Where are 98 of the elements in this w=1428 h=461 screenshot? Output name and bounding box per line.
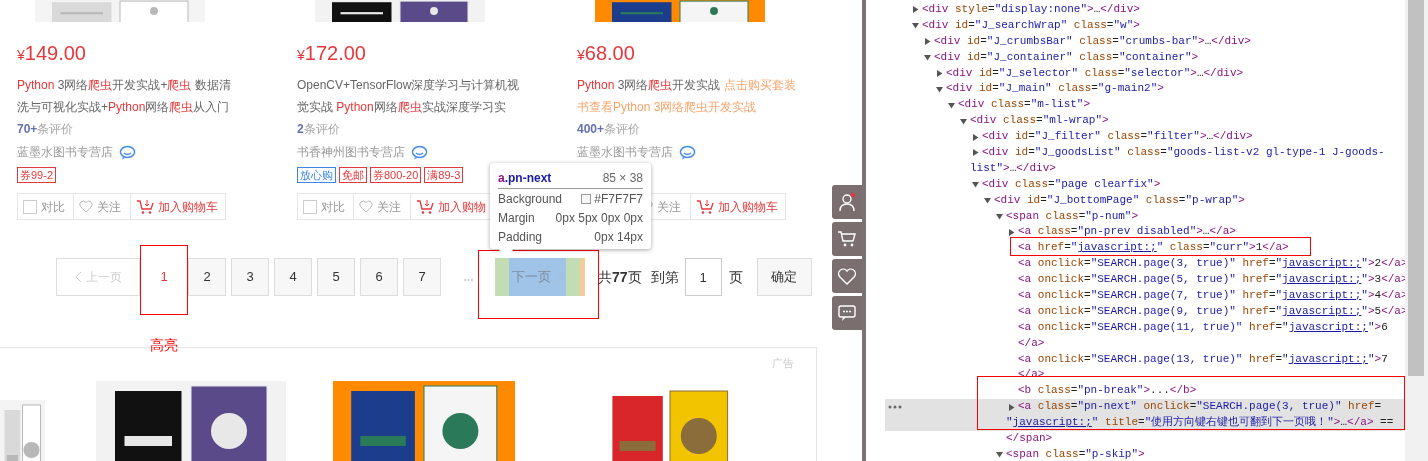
page-input[interactable]: 1 xyxy=(684,258,722,296)
tree-row[interactable]: <div id="J_goodsList" class="goods-list-v2 gl-type-1 J-goods- list">…</div> xyxy=(885,145,1405,177)
user-button[interactable] xyxy=(832,185,862,219)
tree-row[interactable]: <a class="pn-prev disabled">…</a> xyxy=(885,224,1405,241)
heart-icon xyxy=(837,266,857,286)
code-line: <div id="J_crumbsBar" class="crumbs-bar">…</div> xyxy=(934,33,1251,49)
price: ¥68.00 xyxy=(577,41,636,64)
review-count[interactable]: 2条评价 xyxy=(297,118,577,140)
chat-button[interactable] xyxy=(832,296,862,330)
code-line: <div class="m-list"> xyxy=(958,97,1091,113)
tree-row[interactable]: <a onclick="SEARCH.page(11, true)" href="javascript:;">6 </a> xyxy=(885,319,1405,352)
heart-icon xyxy=(79,200,93,213)
tag: 券800-20 xyxy=(370,167,422,183)
page-suffix: 页 xyxy=(728,267,743,287)
code-line: <div class="page clearfix"> xyxy=(982,176,1161,192)
property-label: Background xyxy=(498,190,563,208)
code-line: <div id="J_selector" class="selector">…</div> xyxy=(946,65,1244,81)
tag: 券99-2 xyxy=(17,167,57,183)
code-line: <a class="pn-next" onclick="SEARCH.page(3, true)" href= xyxy=(1018,399,1383,415)
property-label: Padding xyxy=(498,228,543,246)
code-line: <b class="pn-break">...</b> xyxy=(1018,383,1197,399)
cart-icon xyxy=(136,198,154,215)
product-title[interactable]: Python 3网络爬虫开发实战+爬虫 数据清洗与可视化实战+Python网络爬虫从入门 xyxy=(17,74,240,118)
tree-row[interactable]: <div id="J_searchWrap" class="w"> xyxy=(885,17,1405,34)
property-label: Margin xyxy=(498,209,535,227)
more-icon xyxy=(888,405,902,410)
cart-icon xyxy=(416,198,434,215)
chat-bubble-icon xyxy=(679,144,696,160)
code-line: </a> xyxy=(1018,335,1046,351)
page-button[interactable]: 2 xyxy=(188,258,226,296)
tree-row[interactable]: <a href="javascript:;" class="curr">1</a> xyxy=(885,240,1405,257)
tree-row[interactable]: <div id="J_crumbsBar" class="crumbs-bar">…</div> xyxy=(885,33,1405,50)
heart-icon xyxy=(359,200,373,213)
tag: 满89-3 xyxy=(424,167,464,183)
code-line: <a href="javascript:;" class="curr">1</a> xyxy=(1018,240,1289,256)
tree-row[interactable]: <a class="pn-next" onclick="SEARCH.page(3, true)" href= "javascript:;" title="使用方向键右键也可翻到下一页哦！">…</a> == xyxy=(885,399,1405,432)
annotation-label: 高亮 xyxy=(150,336,178,355)
tree-row[interactable]: <div style="display:none">…</div> xyxy=(885,2,1405,18)
product-title[interactable]: Python 3网络爬虫开发实战 点击购买套装书查看Python 3网络爬虫开发实战 xyxy=(577,74,800,118)
page-button[interactable]: 3 xyxy=(231,258,269,296)
cart-icon xyxy=(696,198,714,215)
code-line: <div id="J_main" class="g-main2"> xyxy=(946,81,1164,97)
code-line: </span> xyxy=(1006,431,1053,447)
code-line: <span class="p-skip"> xyxy=(1006,446,1145,461)
page-button[interactable]: 7 xyxy=(403,258,441,296)
chat-bubble-icon xyxy=(837,303,857,323)
cart-button[interactable] xyxy=(832,222,862,256)
review-count[interactable]: 70+条评价 xyxy=(17,118,297,140)
cart-icon xyxy=(837,229,857,249)
chat-bubble-icon xyxy=(119,144,136,160)
tag: 放心购 xyxy=(297,167,336,183)
price: ¥172.00 xyxy=(297,41,367,64)
tree-row[interactable]: <span class="p-skip"> xyxy=(885,446,1405,461)
tree-row[interactable]: <div id="J_selector" class="selector">…</div> xyxy=(885,65,1405,82)
page-button[interactable]: 4 xyxy=(274,258,312,296)
confirm-button[interactable]: 确定 xyxy=(756,258,812,296)
tree-row[interactable]: <div class="page clearfix"> xyxy=(885,176,1405,193)
scrollbar[interactable] xyxy=(1405,0,1428,461)
price: ¥149.00 xyxy=(17,41,87,64)
tree-row[interactable]: <div class="m-list"> xyxy=(885,97,1405,114)
code-line: "javascript:;" title="使用方向键右键也可翻到下一页哦！">…</a> == xyxy=(1006,415,1394,431)
tag: 免邮 xyxy=(339,167,367,183)
code-line: <span class="p-num"> xyxy=(1006,208,1139,224)
add-to-cart-button[interactable]: 加入购物车 xyxy=(131,194,225,219)
property-value: 0px 14px xyxy=(594,228,643,246)
element-selector: a.pn-next xyxy=(498,169,552,187)
element-size: 85 × 38 xyxy=(602,169,643,187)
tree-row[interactable]: <div class="ml-wrap"> xyxy=(885,113,1405,130)
add-to-cart-button[interactable]: 加入购物车 xyxy=(691,194,785,219)
page-total: 共77页 xyxy=(598,267,642,287)
tree-row[interactable]: <div id="J_container" class="container"> xyxy=(885,49,1405,66)
tree-row[interactable]: <div id="J_main" class="g-main2"> xyxy=(885,81,1405,98)
code-line: <a class="pn-prev disabled">…</a> xyxy=(1018,224,1236,240)
favorites-button[interactable] xyxy=(832,259,862,293)
tree-row[interactable]: <div id="J_filter" class="filter">…</div> xyxy=(885,129,1405,145)
tree-row[interactable]: <span class="p-num"> xyxy=(885,208,1405,225)
page-ellipsis: ... xyxy=(462,269,475,286)
code-line: list">…</div> xyxy=(970,160,1057,176)
code-line: <a onclick="SEARCH.page(11, true)" href="javascript:;">6 xyxy=(1018,319,1388,335)
code-line: <div id="J_bottomPage" class="p-wrap"> xyxy=(994,192,1245,208)
page-button[interactable]: 5 xyxy=(317,258,355,296)
tree-row[interactable]: <div id="J_bottomPage" class="p-wrap"> xyxy=(885,192,1405,209)
chevron-right-icon xyxy=(556,271,563,283)
code-line: <div id="J_filter" class="filter">…</div> xyxy=(982,129,1253,145)
chat-bubble-icon xyxy=(411,144,428,160)
goto-label: 到第 xyxy=(650,267,679,287)
code-line: <div style="display:none">…</div> xyxy=(922,2,1140,17)
code-line: <div id="J_searchWrap" class="w"> xyxy=(922,17,1140,33)
chevron-left-icon xyxy=(74,271,82,283)
review-count[interactable]: 400+条评价 xyxy=(577,118,857,140)
code-line: <div id="J_goodsList" class="goods-list-v2 gl-type-1 J-goods- xyxy=(982,145,1385,160)
tree-row[interactable]: <b class="pn-break">...</b> xyxy=(885,383,1405,400)
product-title[interactable]: OpenCV+TensorFlow深度学习与计算机视觉实战 Python网络爬虫实战深度学习实 xyxy=(297,74,520,118)
margin-highlight xyxy=(580,258,585,296)
code-line: <a onclick="SEARCH.page(13, true)" href="javascript:;">7 xyxy=(1018,351,1388,367)
page-button[interactable]: 6 xyxy=(360,258,398,296)
code-line: <div class="ml-wrap"> xyxy=(970,113,1109,129)
code-line: <div id="J_container" class="container"> xyxy=(934,49,1199,65)
